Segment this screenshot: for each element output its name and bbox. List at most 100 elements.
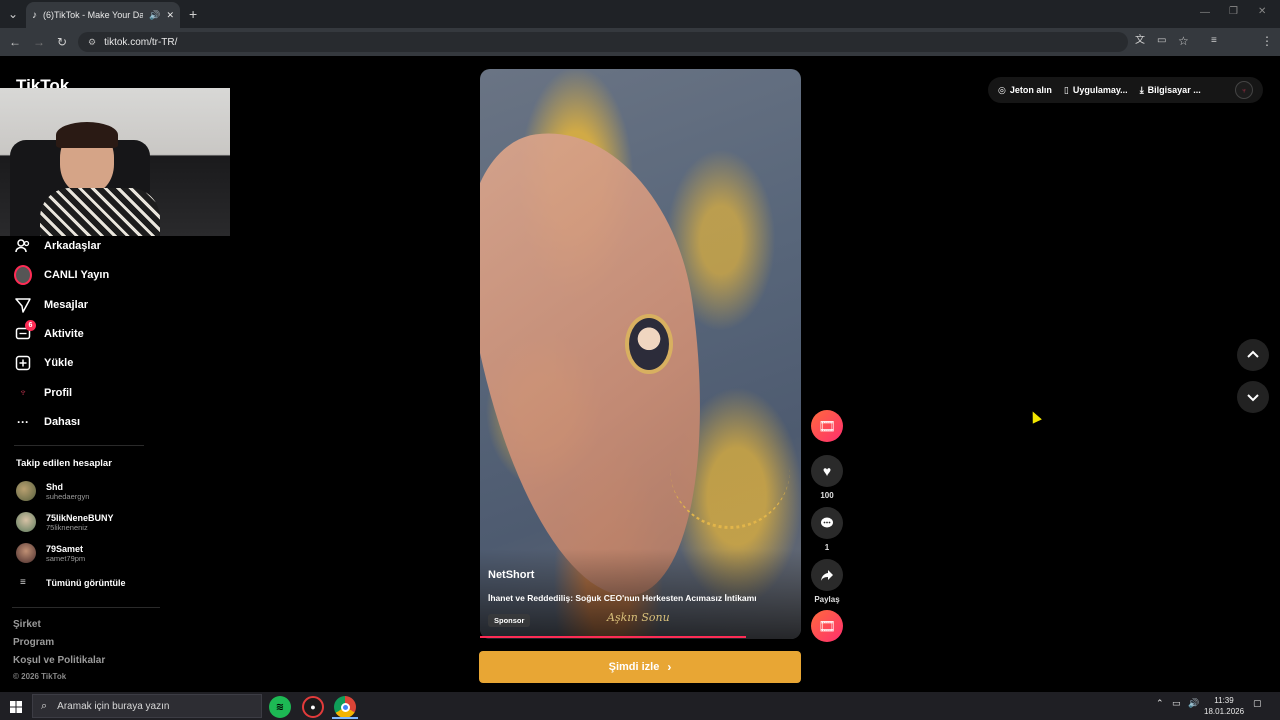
user-avatar[interactable]: ♆ [1235,81,1253,99]
phone-icon: ▯ [1063,84,1069,95]
notification-icon[interactable]: ▢ [1253,698,1262,709]
search-icon: ⌕ [41,699,48,712]
browser-tab-tiktok[interactable]: ♪ (6)TikTok - Make Your Day 🔊 ✕ [26,2,180,28]
video-author[interactable]: NetShort [488,569,534,581]
sidebar-item-label: Yükle [44,357,74,369]
address-input[interactable]: ⚙ tiktok.com/tr-TR/ [78,32,1128,52]
account-name: Shd [46,481,63,492]
back-icon[interactable]: ← [9,36,21,48]
sidebar-item-label: Aktivite [44,328,84,340]
film-icon: 🎞 [818,417,836,434]
video-progress-bar[interactable] [480,636,747,638]
comment-icon [821,517,833,528]
download-icon: ⤓ [1139,84,1144,95]
video-player[interactable]: NetShort İhanet ve Reddediliş: Soğuk CEO… [480,69,801,639]
url-text: tiktok.com/tr-TR/ [104,36,178,48]
sidebar-item-friends[interactable]: Arkadaşlar [14,237,101,255]
video-frame-chain [670,469,790,529]
windows-start-icon[interactable] [10,700,22,713]
media-control-icon[interactable]: ≡ [1211,36,1217,46]
music-disc-button[interactable]: 🎞 [811,610,843,642]
site-info-icon[interactable]: ⚙ [88,37,96,48]
tab-search-chevron-icon[interactable]: ⌄ [8,8,18,20]
cast-icon[interactable]: ▭ [1157,36,1166,46]
like-button[interactable]: ♥ [811,455,843,487]
messages-icon [14,296,32,314]
footer-terms-link[interactable]: Koşul ve Politikalar [13,655,105,666]
tab-close-icon[interactable]: ✕ [166,10,174,21]
close-window-button[interactable]: ✕ [1258,7,1266,17]
forward-icon[interactable]: → [33,36,45,48]
chevron-right-icon: › [667,660,672,674]
more-icon: ··· [17,415,29,429]
minimize-button[interactable]: — [1200,8,1210,18]
sidebar-item-messages[interactable]: Mesajlar [14,296,88,314]
comment-count: 1 [824,543,830,552]
comment-button[interactable] [811,507,843,539]
reload-icon[interactable]: ↻ [57,36,67,48]
chevron-up-icon [1247,350,1259,358]
sidebar-item-label: CANLI Yayın [44,269,110,281]
sponsor-badge: Sponsor [488,614,531,627]
account-name: 79Samet [46,543,84,554]
sidebar-item-upload[interactable]: Yükle [14,354,73,372]
get-coins-button[interactable]: ◎ Jeton alın [998,85,1052,96]
network-icon[interactable]: ▭ [1172,698,1181,709]
sidebar-divider [14,445,144,446]
avatar [16,543,36,563]
tab-audio-icon[interactable]: 🔊 [149,10,160,21]
video-description: İhanet ve Reddediliş: Soğuk CEO'nun Herk… [488,593,757,603]
volume-icon[interactable]: 🔊 [1188,698,1199,709]
sidebar-item-activity[interactable]: 6 Aktivite [14,320,84,343]
like-count: 100 [820,491,834,500]
avatar [16,481,36,501]
record-icon: ● [310,702,316,712]
taskbar-search-input[interactable]: ⌕ Aramak için buraya yazın [32,694,262,718]
obs-app-icon[interactable]: ● [302,696,324,718]
creator-avatar-button[interactable]: 🎞 [811,410,843,442]
sidebar-item-profile[interactable]: ♆ Profil [14,384,72,402]
friends-icon [14,237,32,255]
chevron-down-icon [1247,394,1259,402]
footer-company-link[interactable]: Şirket [13,619,41,630]
share-icon [821,570,833,581]
previous-video-button[interactable] [1237,339,1269,371]
share-button[interactable] [811,559,843,591]
chrome-app-icon[interactable] [334,696,356,718]
upload-icon [14,354,32,372]
profile-icon: ♆ [18,387,28,399]
tray-overflow-icon[interactable]: ⌃ [1156,698,1164,709]
webcam-sweater [40,188,160,236]
sidebar-item-label: Profil [44,387,73,399]
new-tab-button[interactable]: + [189,7,197,21]
account-username: 75likneneniz [46,522,88,532]
browser-menu-icon[interactable]: ⋮ [1261,35,1273,47]
translate-icon[interactable]: 文 [1135,36,1145,46]
bookmark-star-icon[interactable]: ☆ [1178,35,1189,47]
activity-icon: 6 [14,320,36,343]
sidebar-item-live[interactable]: CANLI Yayın [14,265,110,285]
following-account[interactable]: 75likNeneBUNY 75likneneniz [16,512,114,532]
account-username: suhedaergyn [46,491,90,501]
account-username: samet79pm [46,553,86,563]
tab-title: (6)TikTok - Make Your Day [43,10,144,20]
watch-now-button[interactable]: Şimdi izle › [479,651,801,683]
account-name: 75likNeneBUNY [46,512,114,523]
restore-button[interactable]: ❐ [1229,7,1238,17]
following-account[interactable]: Shd suhedaergyn [16,481,89,501]
taskbar-clock[interactable]: 11:39 18.01.2026 [1204,695,1244,717]
sidebar-item-label: Mesajlar [44,299,89,311]
footer-program-link[interactable]: Program [13,637,54,648]
see-all-following-button[interactable]: ≡ Tümünü görüntüle [20,577,125,588]
sidebar-item-more[interactable]: ··· Dahası [14,413,80,431]
get-app-button[interactable]: ▯ Uygulamay... [1064,85,1128,96]
activity-badge: 6 [25,320,36,331]
next-video-button[interactable] [1237,381,1269,413]
desktop-app-button[interactable]: ⤓ Bilgisayar ... [1140,85,1201,96]
clock-time: 11:39 [1214,696,1234,705]
following-account[interactable]: 79Samet samet79pm [16,543,85,563]
coin-icon: ◎ [998,84,1006,95]
chrome-center-icon [340,702,350,712]
spotify-app-icon[interactable]: ≋ [269,696,291,718]
browser-tab-bar: ⌄ ♪ (6)TikTok - Make Your Day 🔊 ✕ + — ❐ … [0,0,1280,28]
